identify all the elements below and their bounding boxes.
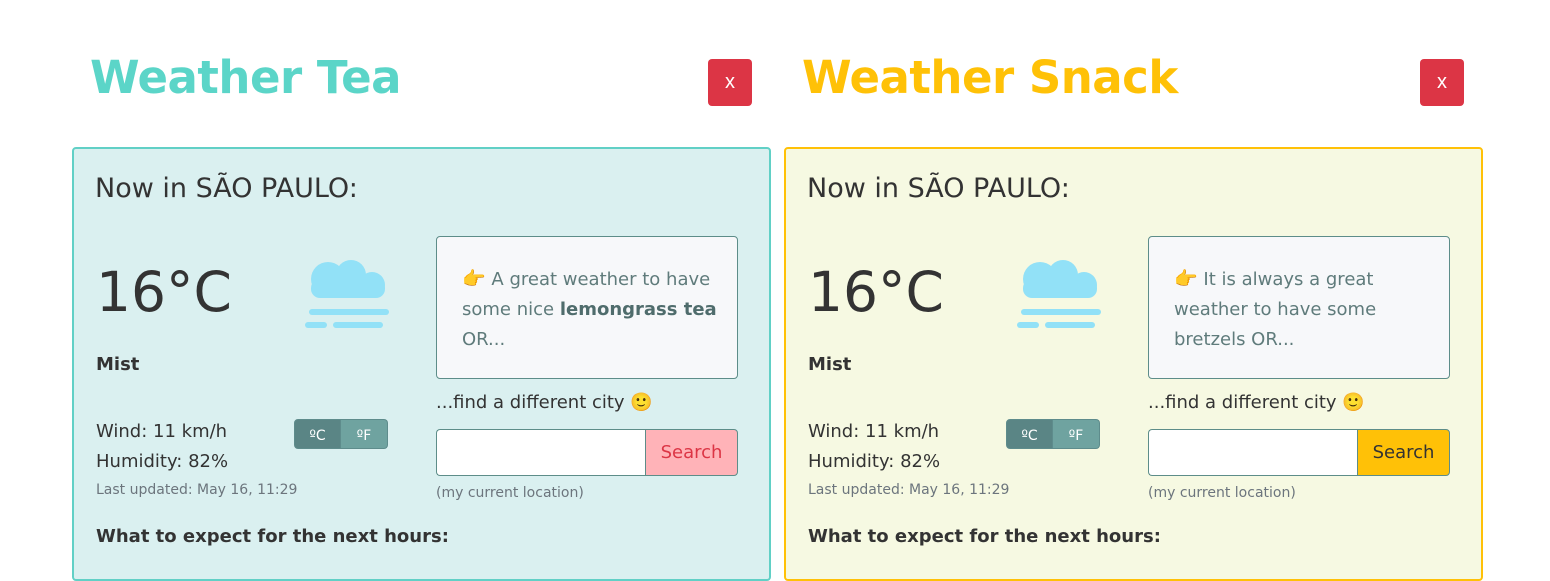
suggestion-box: 👉 A great weather to have some nice lemo… (436, 236, 738, 379)
pointing-hand-icon: 👉 (1174, 268, 1198, 290)
last-updated: Last updated: May 16, 11:29 (808, 482, 1010, 498)
app-header: Weather Snack x (784, 0, 1483, 140)
city-search-input[interactable] (1148, 429, 1357, 476)
smiley-icon: 🙂 (1342, 392, 1365, 413)
app-title: Weather Snack (802, 51, 1178, 104)
smiley-icon: 🙂 (630, 392, 653, 413)
current-location-link[interactable]: (my current location) (1148, 485, 1296, 501)
weather-card: Now in SÃO PAULO: 16°C Mist Wind: 11 km/… (72, 147, 771, 581)
forecast-heading: What to expect for the next hours: (96, 526, 449, 547)
unit-toggle: ºC ºF (1006, 419, 1100, 449)
fahrenheit-button[interactable]: ºF (1053, 419, 1100, 449)
app-title: Weather Tea (90, 51, 401, 104)
celsius-button[interactable]: ºC (294, 419, 341, 449)
humidity: Humidity: 82% (808, 451, 941, 472)
fahrenheit-button[interactable]: ºF (341, 419, 388, 449)
search-button[interactable]: Search (645, 429, 738, 476)
close-button[interactable]: x (708, 59, 752, 106)
find-city-prompt: ...find a different city 🙂 (436, 392, 653, 413)
forecast-heading: What to expect for the next hours: (808, 526, 1161, 547)
app-header: Weather Tea x (72, 0, 771, 140)
current-location-link[interactable]: (my current location) (436, 485, 584, 501)
search-form: Search (436, 429, 738, 476)
close-button[interactable]: x (1420, 59, 1464, 106)
wind-speed: Wind: 11 km/h (96, 421, 228, 442)
suggestion-text: It is always a great weather to have som… (1174, 269, 1377, 350)
mist-icon (299, 254, 399, 338)
city-search-input[interactable] (436, 429, 645, 476)
last-updated: Last updated: May 16, 11:29 (96, 482, 298, 498)
mist-icon (1011, 254, 1111, 338)
search-button[interactable]: Search (1357, 429, 1450, 476)
search-form: Search (1148, 429, 1450, 476)
suggestion-highlight: lemongrass tea (559, 299, 717, 320)
pointing-hand-icon: 👉 (462, 268, 486, 290)
find-city-text: ...find a different city (436, 392, 625, 413)
find-city-text: ...find a different city (1148, 392, 1337, 413)
weather-card: Now in SÃO PAULO: 16°C Mist Wind: 11 km/… (784, 147, 1483, 581)
weather-tea-app: Weather Tea x Now in SÃO PAULO: 16°C Mis… (72, 0, 771, 581)
wind-speed: Wind: 11 km/h (808, 421, 940, 442)
weather-snack-app: Weather Snack x Now in SÃO PAULO: 16°C M… (784, 0, 1483, 581)
location-heading: Now in SÃO PAULO: (807, 173, 1070, 204)
suggestion-suffix: OR... (462, 329, 506, 350)
temperature: 16°C (808, 260, 944, 324)
unit-toggle: ºC ºF (294, 419, 388, 449)
location-heading: Now in SÃO PAULO: (95, 173, 358, 204)
celsius-button[interactable]: ºC (1006, 419, 1053, 449)
weather-condition: Mist (96, 354, 140, 375)
suggestion-box: 👉 It is always a great weather to have s… (1148, 236, 1450, 379)
find-city-prompt: ...find a different city 🙂 (1148, 392, 1365, 413)
humidity: Humidity: 82% (96, 451, 229, 472)
weather-condition: Mist (808, 354, 852, 375)
temperature: 16°C (96, 260, 232, 324)
